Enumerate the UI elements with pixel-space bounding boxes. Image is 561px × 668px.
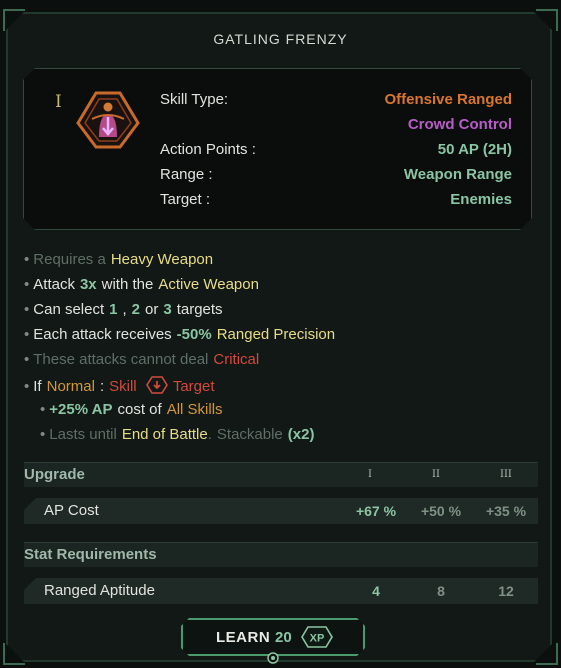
targeting-person-icon — [76, 91, 140, 149]
info-label: Range : — [160, 166, 213, 183]
upgrade-value-tier-2: +50 % — [420, 503, 462, 519]
desc-line-attack: • Attack 3x with the Active Weapon — [24, 276, 259, 293]
info-row-target: Target : Enemies — [160, 191, 512, 213]
tier-label: I — [368, 469, 372, 480]
corner-ornament — [3, 643, 25, 665]
skill-tier-label: I — [55, 92, 62, 112]
learn-label: LEARN — [216, 629, 271, 646]
info-row-skill-type: Skill Type: Offensive Ranged — [160, 91, 512, 113]
row-label: AP Cost — [44, 502, 99, 519]
upgrade-value-tier-3: +35 % — [485, 503, 527, 519]
desc-line-duration: • Lasts until End of Battle. Stackable (x2) — [40, 426, 315, 443]
requirement-row-ranged-aptitude: Ranged Aptitude 4 8 12 — [24, 578, 538, 604]
desc-line-condition: • If Normal: Skill Target — [24, 376, 215, 395]
upgrade-value-tier-1: +67 % — [355, 503, 397, 519]
desc-line-requires: • Requires a Heavy Weapon — [24, 251, 214, 268]
stat-requirements-header: Stat Requirements — [24, 542, 538, 567]
info-value: Weapon Range — [403, 166, 512, 183]
info-row-skill-type-2: Crowd Control — [160, 116, 512, 138]
requirement-value-tier-3: 12 — [498, 583, 514, 599]
desc-line-precision: • Each attack receives -50% Ranged Precisio… — [24, 326, 336, 343]
info-row-action-points: Action Points : 50 AP (2H) — [160, 141, 512, 163]
info-row-range: Range : Weapon Range — [160, 166, 512, 188]
info-value: Enemies — [450, 191, 512, 208]
requirement-value-tier-2: 8 — [437, 583, 445, 599]
info-value: Offensive Ranged — [384, 91, 512, 108]
desc-line-no-critical: • These attacks cannot deal Critical — [24, 351, 260, 368]
info-value: Crowd Control — [407, 116, 512, 133]
corner-ornament — [3, 9, 25, 31]
row-label: Ranged Aptitude — [44, 582, 155, 599]
corner-ornament — [536, 643, 558, 665]
info-label: Action Points : — [160, 141, 256, 158]
upgrade-row-ap-cost: AP Cost +67 % +50 % +35 % — [24, 498, 538, 524]
target-hazard-icon — [145, 376, 168, 394]
learn-button[interactable]: LEARN 20 XP — [181, 618, 365, 656]
xp-icon: XP — [301, 626, 333, 648]
info-value: 50 AP (2H) — [437, 141, 512, 158]
tier-label: II — [432, 469, 440, 480]
corner-ornament — [536, 9, 558, 31]
hold-indicator-icon — [267, 652, 279, 664]
upgrade-header: Upgrade I II III — [24, 462, 538, 487]
desc-line-ap-cost: • +25% AP cost of All Skills — [40, 401, 223, 418]
skill-title: GATLING FRENZY — [213, 31, 348, 47]
tier-label: III — [500, 469, 512, 480]
info-label: Target : — [160, 191, 211, 208]
desc-line-select: • Can select 1, 2 or 3 targets — [24, 301, 223, 318]
requirement-value-tier-1: 4 — [372, 583, 380, 599]
learn-cost: 20 — [275, 629, 292, 646]
svg-text:XP: XP — [310, 633, 325, 645]
info-label: Skill Type: — [160, 91, 229, 108]
